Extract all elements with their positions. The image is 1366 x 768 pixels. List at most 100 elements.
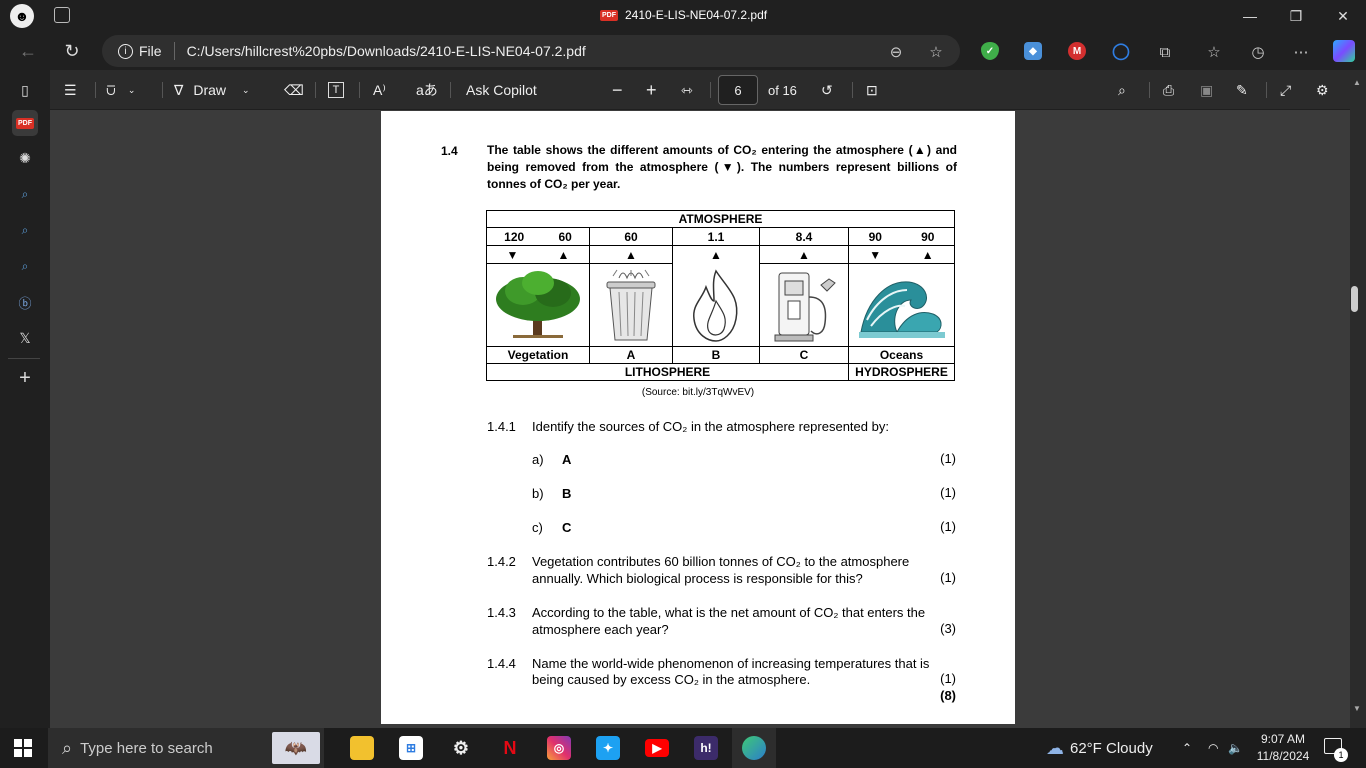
text-box-icon[interactable]: T (328, 82, 344, 98)
table-header: ATMOSPHERE (486, 210, 955, 228)
search-placeholder: Type here to search (80, 739, 213, 757)
m-extension-icon[interactable]: M (1068, 42, 1086, 60)
settings-gear-icon[interactable]: ⚙ (1316, 80, 1329, 100)
up-arrow-icon: ▲ (710, 247, 722, 262)
up-arrow-icon: ▲ (557, 247, 570, 262)
history-icon[interactable]: ◷ (1248, 42, 1268, 62)
sidebar-pdf-tab[interactable]: PDF (12, 110, 38, 136)
window-title-text: 2410-E-LIS-NE04-07.2.pdf (625, 8, 768, 22)
fit-width-icon[interactable]: ⇿ (681, 80, 693, 100)
sidebar-chatgpt-icon[interactable]: ✺ (13, 146, 37, 170)
favorite-star-icon[interactable]: ☆ (926, 42, 946, 62)
scrollbar-thumb[interactable] (1351, 286, 1358, 312)
chevron-down-icon[interactable]: ⌄ (128, 85, 136, 96)
draw-button[interactable]: ∇ Draw ⌄ (174, 80, 250, 100)
extensions-icon[interactable]: ⧉ (1155, 42, 1175, 62)
volume-icon[interactable]: 🔈 (1228, 728, 1243, 768)
print-icon[interactable]: ⎙ (1163, 80, 1174, 100)
eraser-icon[interactable]: ⌫ (284, 80, 304, 100)
rotate-icon[interactable]: ↺ (821, 80, 833, 100)
sidebar-search-icon-2[interactable]: ⌕ (13, 218, 37, 242)
scroll-down-arrow[interactable]: ▼ (1353, 704, 1361, 713)
marks: (1) (940, 570, 956, 585)
sidebar-x-icon[interactable]: 𝕏 (13, 326, 37, 350)
ask-copilot-button[interactable]: Ask Copilot (466, 80, 537, 100)
contents-icon[interactable]: ☰ (64, 80, 77, 100)
page-view-icon[interactable]: ⊡ (866, 80, 878, 100)
restore-button[interactable]: ❐ (1273, 0, 1319, 32)
save-icon[interactable]: ▣ (1200, 80, 1213, 100)
zoom-out-icon[interactable]: ⊖ (886, 42, 906, 62)
sidebar-search-icon-3[interactable]: ⌕ (13, 254, 37, 278)
draw-icon: ∇ (174, 81, 184, 98)
page-total-label: of 16 (768, 82, 797, 98)
back-button[interactable]: ← (16, 39, 40, 63)
settings-icon[interactable]: ⚙ (449, 736, 473, 760)
marks: (1) (940, 671, 956, 686)
image-cell (589, 263, 673, 347)
ocean-wave-icon (858, 281, 945, 338)
zoom-in-button[interactable]: + (646, 80, 657, 100)
netflix-icon[interactable]: N (498, 736, 522, 760)
subquestion-label: c) (532, 520, 543, 535)
sidebar-toggle-icon[interactable]: ▯ (13, 78, 37, 102)
twitter-icon[interactable]: ✦ (596, 736, 620, 760)
clock[interactable]: 9:07 AM 11/8/2024 (1248, 731, 1318, 765)
profile-avatar[interactable]: ☻ (10, 4, 34, 28)
sidebar-search-icon-1[interactable]: ⌕ (13, 182, 37, 206)
tab-actions-icon[interactable] (54, 7, 70, 23)
vertical-scrollbar[interactable]: ▲ ▼ (1350, 70, 1366, 728)
copilot-icon[interactable] (1333, 40, 1355, 62)
pdf-icon: PDF (600, 9, 618, 21)
file-explorer-icon[interactable] (350, 736, 374, 760)
save-as-icon[interactable]: ✎ (1236, 80, 1248, 100)
refresh-button[interactable]: ↻ (60, 39, 84, 63)
question-text-line: being caused by excess CO₂ in the atmosp… (532, 672, 811, 687)
instagram-icon[interactable]: ◎ (547, 736, 571, 760)
address-bar[interactable]: i File C:/Users/hillcrest%20pbs/Downloads… (102, 35, 960, 67)
toolbar-divider (1266, 82, 1267, 98)
site-info[interactable]: i File (118, 43, 162, 59)
taskbar-search[interactable]: ⌕ Type here to search 🦇 (48, 728, 324, 768)
sidebar-b-icon[interactable]: ⓑ (13, 290, 37, 314)
window-title: PDF 2410-E-LIS-NE04-07.2.pdf (600, 8, 767, 22)
title-bar: ☻ PDF 2410-E-LIS-NE04-07.2.pdf — ❐ ✕ (0, 0, 1366, 32)
marks: (3) (940, 621, 956, 636)
total-marks: (8) (940, 688, 956, 703)
value-cell: 90 (868, 229, 882, 244)
highlight-icon[interactable]: ⩂ ⌄ (106, 80, 135, 100)
start-button[interactable] (14, 739, 32, 757)
more-menu-icon[interactable]: ⋯ (1291, 42, 1311, 62)
sidebar-add-icon[interactable]: + (13, 366, 37, 390)
question-text: Identify the sources of CO₂ in the atmos… (532, 419, 889, 434)
youtube-icon[interactable]: ▶ (645, 739, 669, 757)
minimize-button[interactable]: — (1227, 0, 1273, 32)
question-text-line: annually. Which biological process is re… (532, 571, 863, 586)
fire-icon (693, 269, 738, 342)
page-number-input[interactable]: 6 (718, 75, 758, 105)
o-extension-icon[interactable]: ◯ (1112, 42, 1130, 60)
close-button[interactable]: ✕ (1320, 0, 1366, 32)
windows-logo-pane (24, 739, 32, 747)
scroll-up-arrow[interactable]: ▲ (1353, 78, 1361, 87)
question-text-line: Name the world-wide phenomenon of increa… (532, 656, 930, 671)
find-icon[interactable]: ⌕ (1118, 80, 1126, 100)
network-icon[interactable]: ◠ (1208, 728, 1218, 768)
value-cell: 1.1 (672, 227, 760, 246)
read-aloud-icon[interactable]: A⁾ (373, 80, 386, 100)
down-arrow-icon: ▼ (869, 247, 882, 262)
show-hidden-icons[interactable]: ⌃ (1182, 728, 1192, 768)
value-cell: 60 (558, 229, 572, 244)
translate-icon[interactable]: aあ (416, 80, 438, 100)
weather-widget[interactable]: ☁ 62°F Cloudy (1046, 728, 1153, 768)
store-icon[interactable]: ⊞ (399, 736, 423, 760)
toolbar-divider (710, 82, 711, 98)
zoom-out-button[interactable]: − (612, 80, 623, 100)
chevron-down-icon[interactable]: ⌄ (242, 85, 250, 96)
page-total: of 16 (768, 80, 797, 100)
translate-extension-icon[interactable]: ◆ (1024, 42, 1042, 60)
hulu-icon[interactable]: h! (694, 736, 718, 760)
active-app-indicator (732, 728, 776, 768)
fullscreen-icon[interactable]: ⤢ (1280, 80, 1291, 100)
favorites-icon[interactable]: ☆ (1204, 42, 1224, 62)
